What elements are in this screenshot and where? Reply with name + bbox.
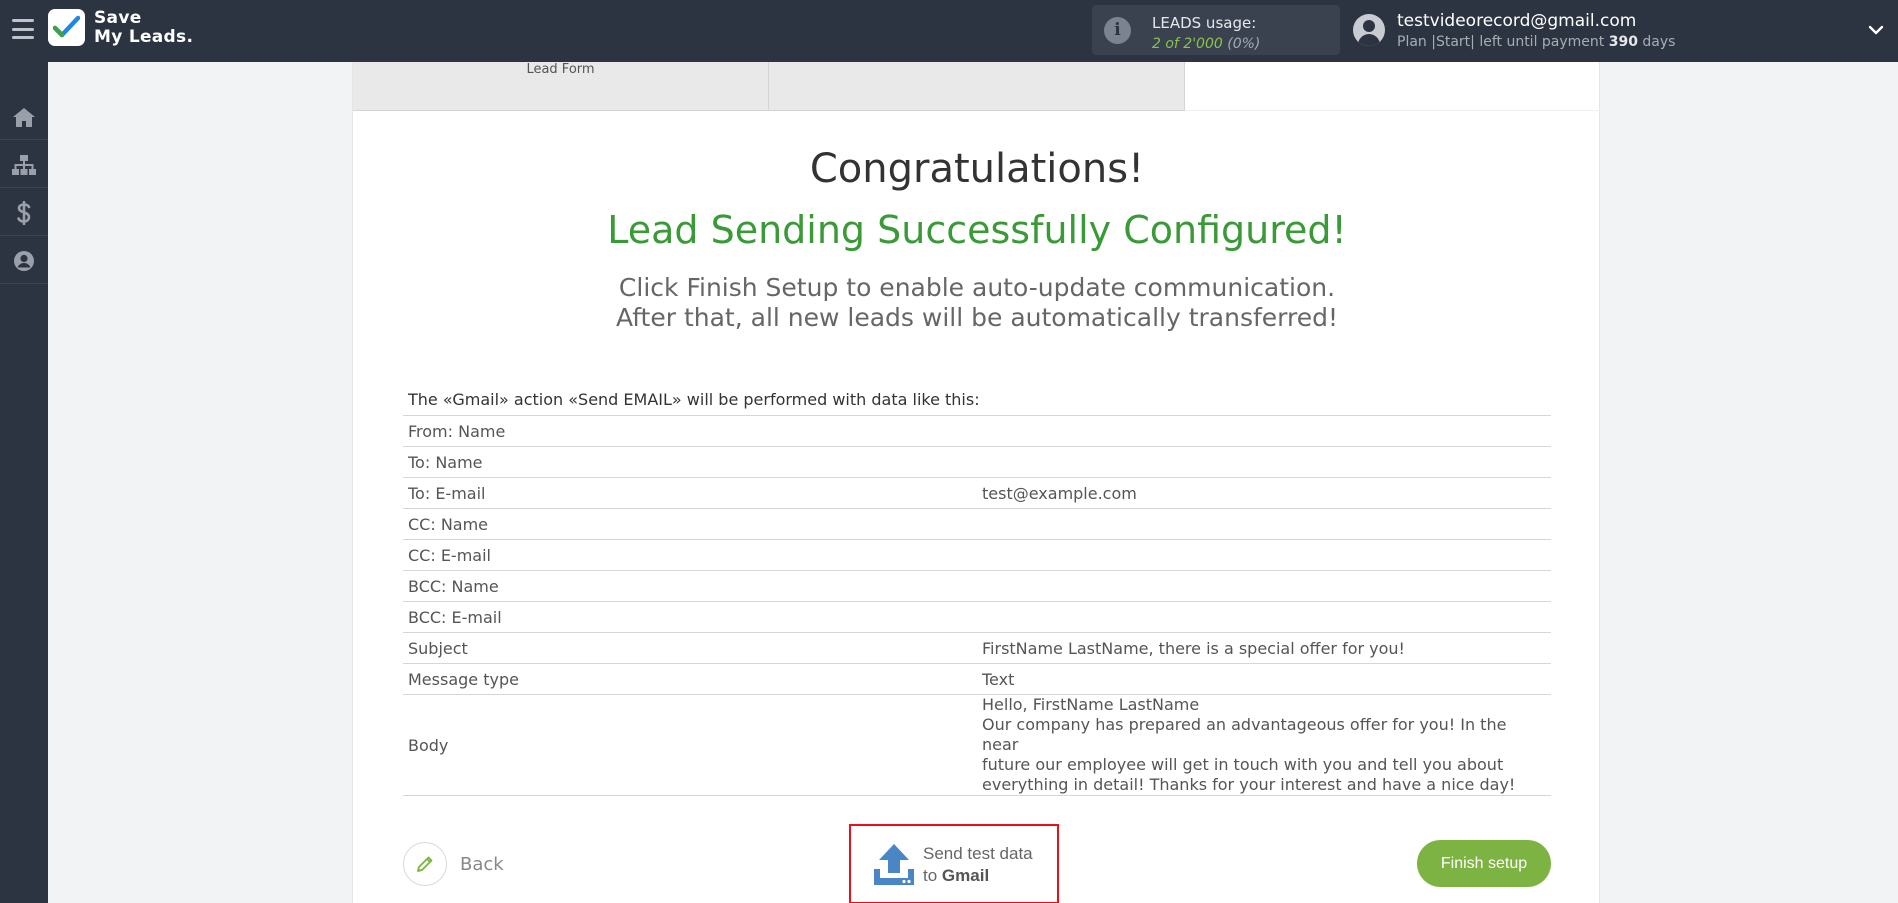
days-left: 390 (1608, 34, 1638, 50)
row-key: To: Name (403, 446, 977, 478)
data-table-title: The «Gmail» action «Send EMAIL» will be … (408, 390, 980, 409)
table-row: CC: Name (403, 508, 1551, 540)
logo-text[interactable]: Save My Leads. (94, 9, 193, 47)
table-row: BCC: E-mail (403, 601, 1551, 633)
row-key: To: E-mail (403, 477, 977, 509)
row-key: Message type (403, 663, 977, 695)
send-test-data-button[interactable]: Send test data to Gmail (849, 824, 1059, 903)
usage-value: 2 of 2'000 (0%) (1152, 36, 1260, 52)
row-key: CC: E-mail (403, 539, 977, 571)
chevron-down-icon[interactable] (1868, 22, 1884, 38)
table-row: To: Name (403, 446, 1551, 478)
instruction-line-1: Click Finish Setup to enable auto-update… (618, 273, 1336, 302)
info-icon: i (1104, 17, 1131, 44)
row-key: BCC: Name (403, 570, 977, 602)
sidebar-item-connections[interactable] (0, 142, 48, 188)
account-plan: Plan |Start| left until payment 390 days (1397, 34, 1675, 50)
row-key: Body (403, 694, 977, 796)
usage-label: LEADS usage: (1152, 14, 1257, 32)
row-value (977, 415, 1551, 447)
row-key: BCC: E-mail (403, 601, 977, 633)
finish-setup-button[interactable]: Finish setup (1417, 840, 1551, 887)
logo-line-2: My Leads. (94, 27, 194, 47)
row-value: Text (977, 663, 1551, 695)
logo-line-1: Save (94, 8, 142, 28)
send-line-1: Send test data (923, 844, 1033, 863)
tab-step-2[interactable] (769, 62, 1185, 111)
table-row: BCC: Name (403, 570, 1551, 602)
sidebar (0, 62, 48, 903)
back-button[interactable]: Back (403, 842, 504, 886)
account-email[interactable]: testvideorecord@gmail.com (1397, 11, 1636, 31)
menu-icon[interactable] (12, 19, 34, 39)
tab-underline (1185, 110, 1601, 111)
instruction-line-2: After that, all new leads will be automa… (615, 303, 1338, 332)
send-test-data-label: Send test data to Gmail (923, 843, 1033, 887)
row-value (977, 539, 1551, 571)
table-row: From: Name (403, 415, 1551, 447)
content-panel: Lead Form Congratulations! Lead Sending … (352, 62, 1601, 903)
row-value (977, 570, 1551, 602)
send-target: Gmail (941, 866, 990, 885)
success-heading: Lead Sending Successfully Configured! (607, 208, 1347, 252)
account-avatar-icon[interactable] (1353, 14, 1385, 46)
tab-lead-form-label: Lead Form (526, 62, 595, 77)
row-key: CC: Name (403, 508, 977, 540)
sidebar-item-home[interactable] (0, 94, 48, 140)
days-suffix: days (1642, 34, 1676, 50)
home-icon (13, 107, 35, 127)
table-row: Subject FirstName LastName, there is a sp… (403, 632, 1551, 664)
sitemap-icon (12, 154, 36, 175)
user-icon (14, 250, 34, 271)
congrats-heading: Congratulations! (809, 146, 1145, 192)
plan-prefix: Plan |Start| left until payment (1397, 34, 1605, 50)
table-row: CC: E-mail (403, 539, 1551, 571)
table-row: Message type Text (403, 663, 1551, 695)
row-value (977, 601, 1551, 633)
row-value: Hello, FirstName LastName Our company ha… (977, 694, 1551, 796)
top-bar: Save My Leads. i LEADS usage: 2 of 2'000… (0, 0, 1898, 62)
sidebar-item-billing[interactable] (0, 190, 48, 236)
table-row: To: E-mail test@example.com (403, 477, 1551, 509)
upload-icon (874, 844, 914, 885)
table-row: Body Hello, FirstName LastName Our compan… (403, 694, 1551, 796)
tab-lead-form[interactable]: Lead Form (353, 62, 769, 111)
usage-used: 2 of 2'000 (1152, 36, 1223, 52)
data-table: From: Name To: Name To: E-mail test@examp… (403, 415, 1551, 796)
dollar-icon (17, 200, 31, 225)
leads-usage: i LEADS usage: 2 of 2'000 (0%) (1092, 5, 1340, 55)
logo-icon[interactable] (48, 9, 85, 46)
pencil-icon (403, 842, 447, 886)
row-value (977, 508, 1551, 540)
row-key: Subject (403, 632, 977, 664)
back-label: Back (460, 853, 504, 875)
row-key: From: Name (403, 415, 977, 447)
send-line-2: to Gmail (923, 865, 1033, 887)
sidebar-item-profile[interactable] (0, 238, 48, 284)
send-prefix: to (923, 866, 938, 885)
usage-percent: (0%) (1227, 36, 1261, 52)
row-value (977, 446, 1551, 478)
row-value: test@example.com (977, 477, 1551, 509)
row-value: FirstName LastName, there is a special o… (977, 632, 1551, 664)
